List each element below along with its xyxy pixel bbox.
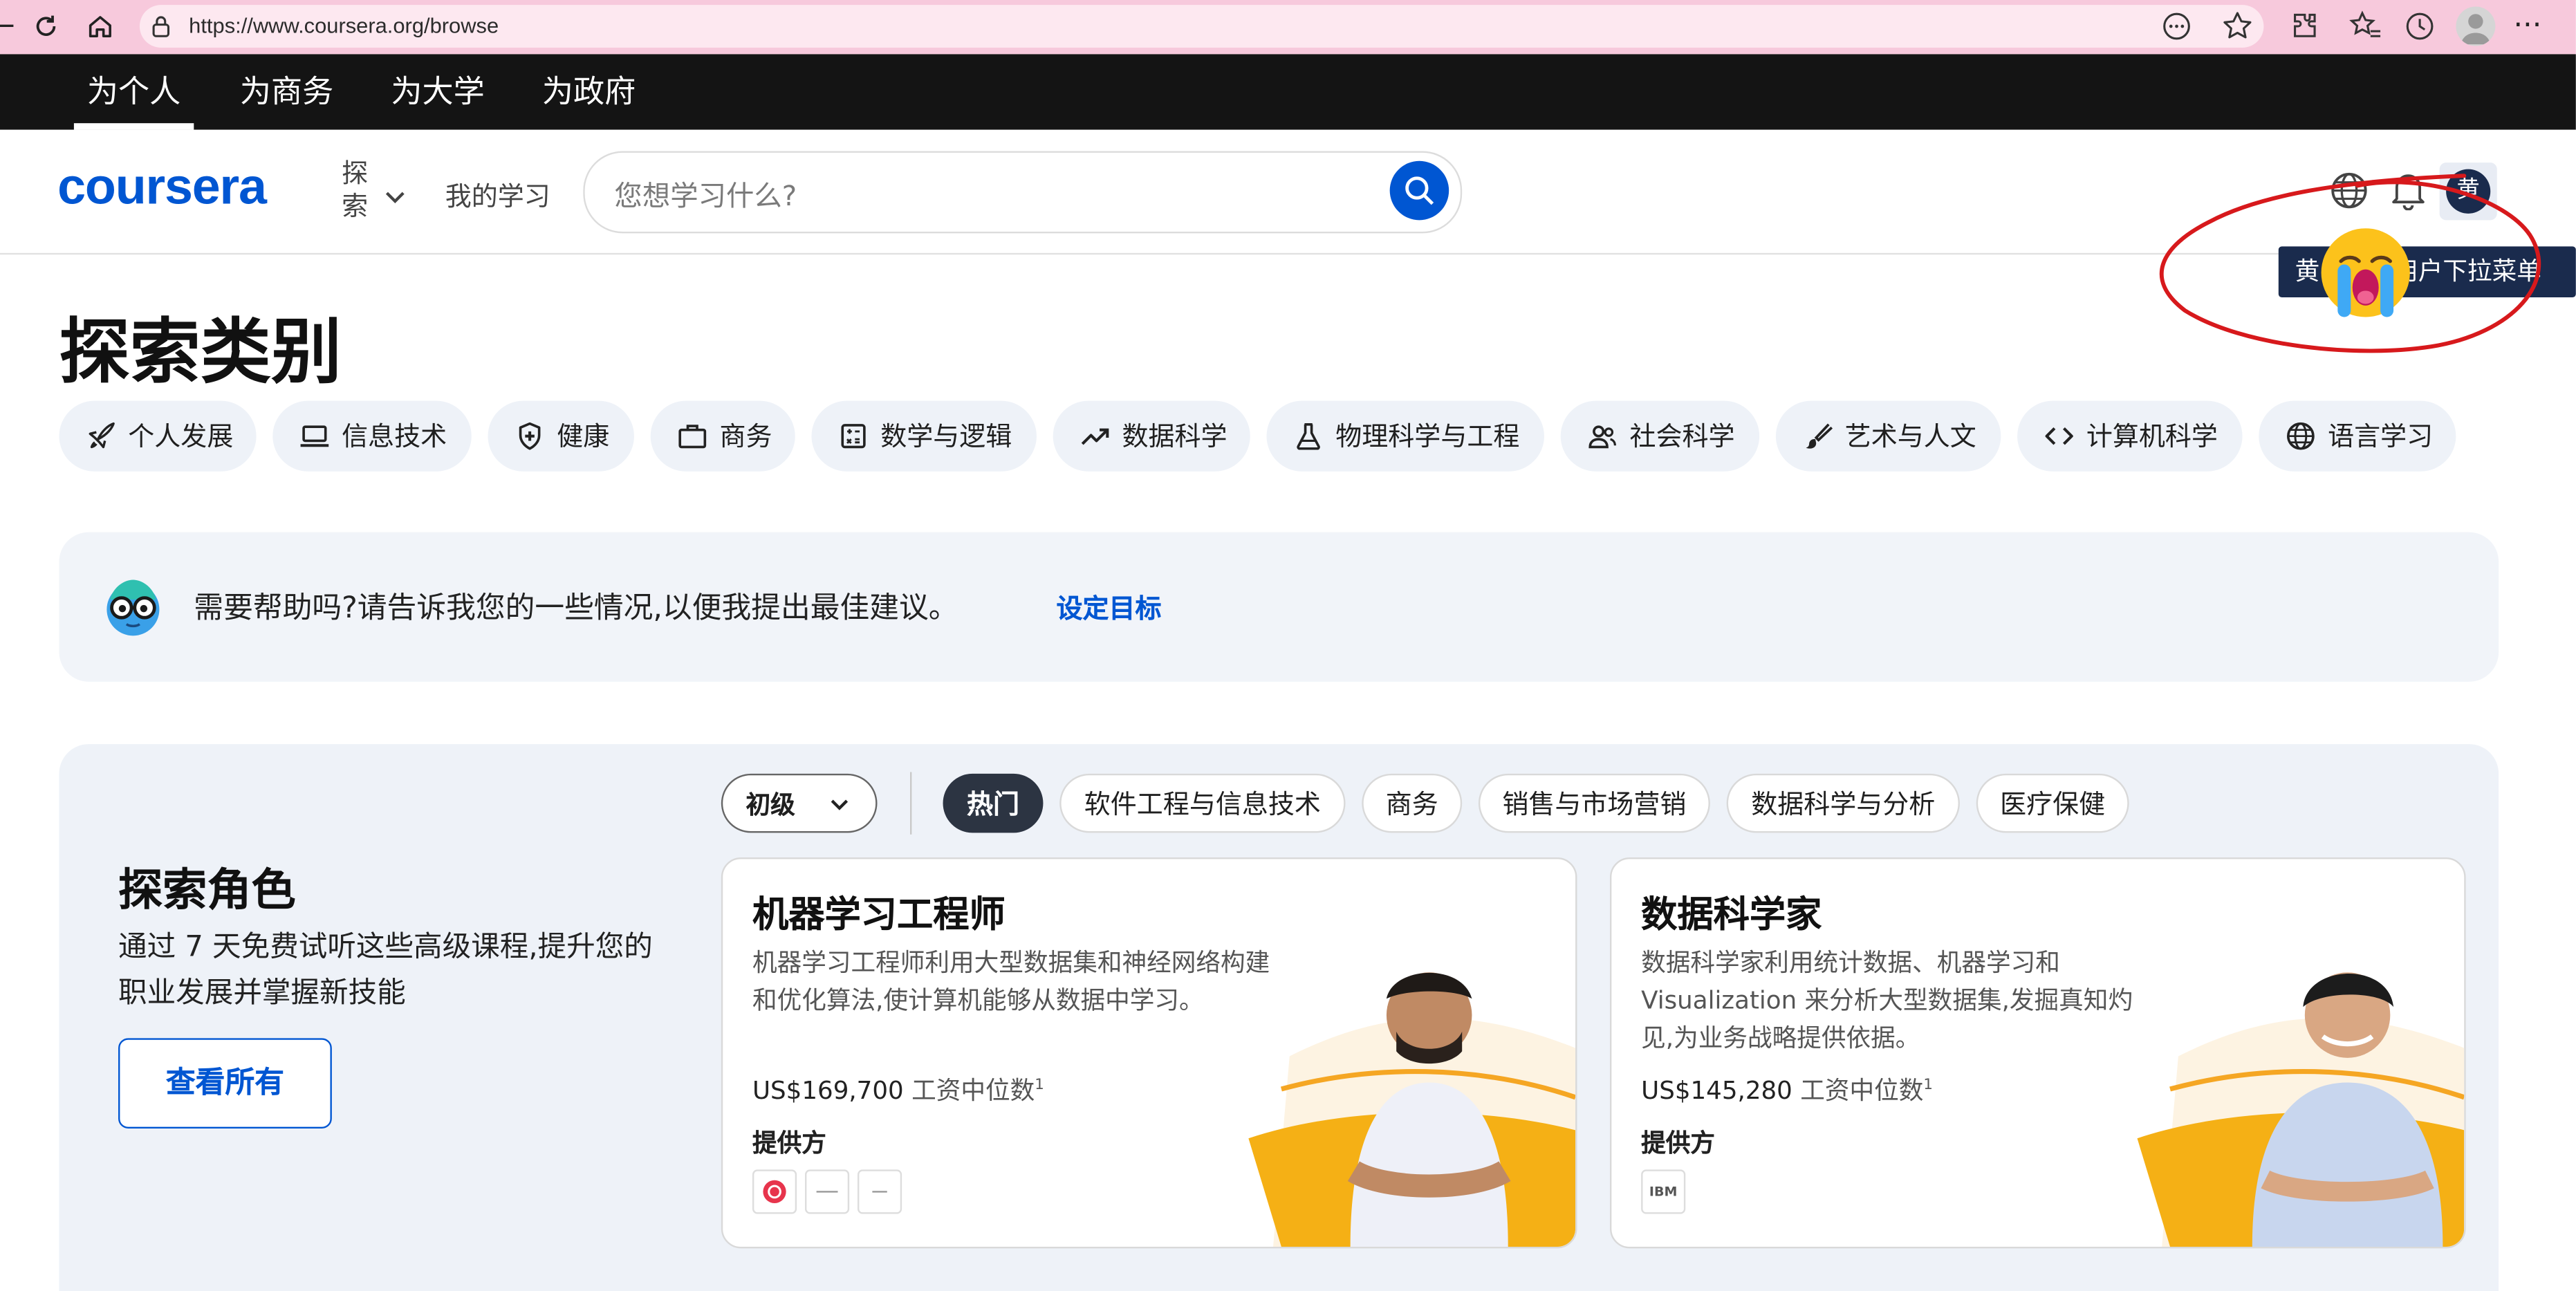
roles-title: 探索角色 [118, 865, 296, 917]
owl-mascot-icon [102, 577, 164, 646]
url-text[interactable]: https://www.coursera.org/browse [189, 0, 499, 51]
coursera-logo[interactable]: coursera [57, 158, 267, 217]
category-label: 社会科学 [1629, 420, 1735, 452]
crying-face-icon [2321, 228, 2410, 317]
briefcase-icon [678, 425, 707, 449]
rocket-icon [89, 422, 115, 449]
trend-up-icon [1081, 428, 1109, 445]
filter-tab[interactable]: 销售与市场营销 [1478, 773, 1710, 833]
filter-tab[interactable]: 医疗保健 [1976, 773, 2129, 833]
calculator-icon [841, 424, 866, 449]
role-illustration [1248, 972, 1576, 1247]
favorite-star-icon[interactable] [2221, 10, 2254, 49]
category-chip[interactable]: 计算机科学 [2017, 400, 2243, 472]
active-nav-indicator [73, 123, 194, 130]
nav-individuals[interactable]: 为个人 [87, 54, 180, 129]
filter-divider [910, 772, 912, 835]
help-text: 需要帮助吗?请告诉我您的一些情况,以便我提出最佳建议。 [194, 591, 958, 626]
category-chip[interactable]: 个人发展 [59, 400, 257, 472]
role-salary: US$169,700 工资中位数1 [752, 1075, 1044, 1106]
category-chip[interactable]: 社会科学 [1560, 400, 1760, 472]
role-card[interactable]: 数据科学家 数据科学家利用统计数据、机器学习和 Visualization 来分… [1609, 857, 2466, 1249]
level-value: 初级 [745, 790, 795, 820]
search-input[interactable]: 您想学习什么? [614, 172, 797, 214]
category-label: 物理科学与工程 [1335, 420, 1520, 452]
category-label: 个人发展 [128, 420, 234, 452]
audience-nav: 为个人 为商务 为大学 为政府 [0, 54, 2576, 130]
role-title: 数据科学家 [1641, 895, 1822, 937]
explore-menu[interactable]: 探索 [342, 158, 371, 223]
category-label: 商务 [719, 420, 772, 452]
code-icon [2045, 427, 2073, 445]
nav-business[interactable]: 为商务 [240, 54, 333, 129]
settings-menu-icon[interactable]: ··· [2514, 0, 2542, 51]
role-description: 机器学习工程师利用大型数据集和神经网络构建和优化算法,使计算机能够从数据中学习。 [752, 947, 1270, 1016]
providers-label: 提供方 [752, 1128, 826, 1158]
shield-plus-icon [519, 422, 541, 450]
set-goal-link[interactable]: 设定目标 [1056, 586, 1161, 626]
filter-tab[interactable]: 软件工程与信息技术 [1059, 773, 1346, 833]
profile-icon[interactable] [2456, 6, 2496, 46]
brush-icon [1806, 423, 1833, 449]
extensions-icon[interactable] [2288, 10, 2322, 49]
category-chip[interactable]: 商务 [650, 400, 795, 472]
people-icon [1588, 425, 1616, 449]
category-label: 数学与逻辑 [880, 420, 1012, 452]
providers-label: 提供方 [1641, 1128, 1716, 1158]
filter-tab[interactable]: 商务 [1362, 773, 1463, 833]
nav-government[interactable]: 为政府 [542, 54, 636, 129]
category-chip[interactable]: 数据科学 [1053, 400, 1250, 472]
page-title: 探索类别 [59, 312, 342, 395]
chevron-down-icon[interactable] [384, 180, 406, 212]
category-chip[interactable]: 健康 [488, 400, 634, 472]
category-chip[interactable]: 语言学习 [2259, 400, 2456, 472]
my-learning-link[interactable]: 我的学习 [445, 174, 550, 214]
provider-logo [752, 1169, 797, 1214]
role-salary: US$145,280 工资中位数1 [1641, 1075, 1934, 1106]
nav-universities[interactable]: 为大学 [391, 54, 484, 129]
back-icon[interactable]: ← [0, 0, 23, 54]
category-label: 数据科学 [1122, 420, 1227, 452]
category-label: 艺术与人文 [1844, 420, 1976, 452]
category-chip[interactable]: 物理科学与工程 [1266, 400, 1544, 472]
category-chip[interactable]: 信息技术 [272, 400, 472, 472]
search-button[interactable] [1389, 160, 1449, 221]
globe-icon [2287, 422, 2315, 450]
home-icon[interactable] [80, 0, 120, 59]
role-description: 数据科学家利用统计数据、机器学习和 Visualization 来分析大型数据集… [1641, 947, 2133, 1053]
category-label: 计算机科学 [2086, 420, 2218, 452]
more-icon[interactable] [2162, 12, 2192, 48]
role-illustration [2137, 972, 2465, 1247]
reload-icon[interactable] [26, 0, 66, 59]
filter-tab[interactable]: 数据科学与分析 [1726, 773, 1960, 833]
level-select[interactable]: 初级 [721, 773, 878, 833]
filter-tab-popular[interactable]: 热门 [943, 773, 1044, 833]
search-icon [1405, 176, 1434, 205]
view-all-button[interactable]: 查看所有 [118, 1038, 332, 1129]
chevron-down-icon [831, 799, 849, 810]
history-icon[interactable] [2403, 10, 2436, 49]
category-chip[interactable]: 数学与逻辑 [811, 400, 1037, 472]
provider-logo [858, 1169, 902, 1214]
category-label: 信息技术 [342, 420, 447, 452]
category-chip[interactable]: 艺术与人文 [1775, 400, 2001, 472]
provider-logo-ibm: IBM [1641, 1169, 1686, 1214]
laptop-icon [300, 425, 329, 447]
roles-description: 通过 7 天免费试听这些高级课程,提升您的职业发展并掌握新技能 [118, 931, 653, 1010]
role-card[interactable]: 机器学习工程师 机器学习工程师利用大型数据集和神经网络构建和优化算法,使计算机能… [721, 857, 1577, 1249]
category-label: 语言学习 [2328, 420, 2434, 452]
flask-icon [1297, 422, 1320, 450]
provider-logo [804, 1169, 850, 1214]
lock-icon[interactable] [151, 13, 172, 44]
category-label: 健康 [557, 420, 610, 452]
favorites-icon[interactable] [2349, 10, 2382, 49]
role-title: 机器学习工程师 [752, 895, 1006, 937]
